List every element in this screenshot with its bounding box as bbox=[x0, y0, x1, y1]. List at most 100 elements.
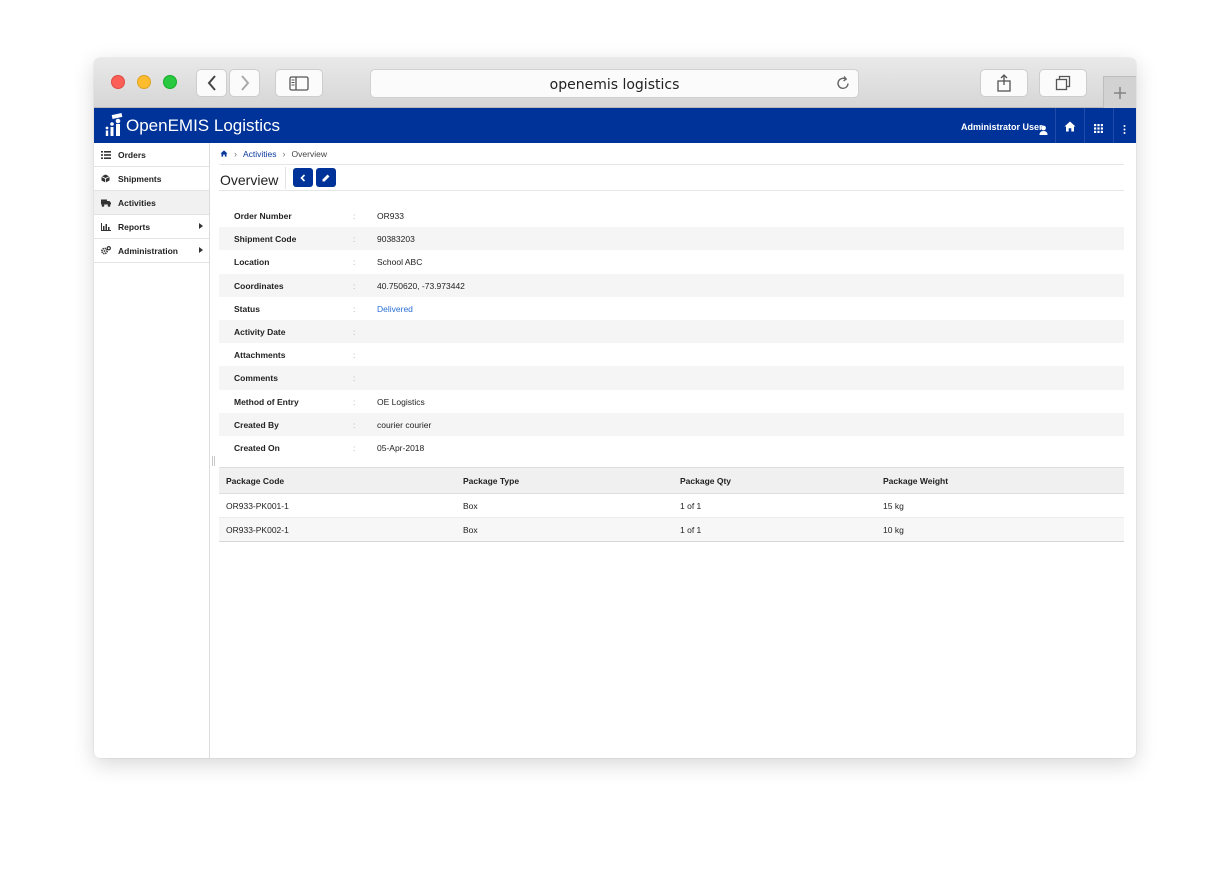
chevron-right-icon bbox=[240, 75, 249, 91]
sidebar-item-label: Shipments bbox=[118, 173, 162, 184]
home-icon[interactable] bbox=[220, 149, 228, 159]
sidebar-item-activities[interactable]: Activities bbox=[94, 191, 209, 215]
field-value: 05-Apr-2018 bbox=[377, 442, 425, 453]
chevron-left-icon bbox=[207, 75, 216, 91]
user-name[interactable]: Administrator User bbox=[961, 122, 1043, 132]
package-qty-cell: 1 of 1 bbox=[673, 517, 876, 543]
sidebar-item-administration[interactable]: Administration bbox=[94, 239, 209, 263]
sidebar-item-label: Activities bbox=[118, 197, 156, 208]
field-method-of-entry: Method of Entry : OE Logistics bbox=[219, 390, 1124, 413]
package-type-cell: Box bbox=[456, 517, 673, 543]
header-divider bbox=[1113, 108, 1114, 143]
app-header: OpenEMIS Logistics Administrator User bbox=[94, 108, 1136, 143]
caret-right-icon bbox=[199, 247, 203, 253]
field-value: 40.750620, -73.973442 bbox=[377, 280, 465, 291]
package-type-cell: Box bbox=[456, 493, 673, 519]
bar-chart-icon bbox=[100, 222, 111, 232]
field-separator: : bbox=[353, 419, 356, 430]
main-content: › Activities › Overview Overview Order N… bbox=[219, 143, 1124, 543]
minimize-window-button[interactable] bbox=[137, 75, 151, 89]
list-icon bbox=[100, 150, 111, 160]
close-window-button[interactable] bbox=[111, 75, 125, 89]
package-weight-cell: 15 kg bbox=[876, 493, 1124, 519]
field-separator: : bbox=[353, 373, 356, 384]
field-label: Attachments bbox=[234, 350, 286, 361]
field-status: Status : Delivered bbox=[219, 297, 1124, 320]
new-tab-button[interactable] bbox=[1103, 76, 1136, 109]
field-label: Location bbox=[234, 257, 270, 268]
field-value: OR933 bbox=[377, 211, 404, 221]
forward-button[interactable] bbox=[229, 69, 260, 97]
sidebar-item-orders[interactable]: Orders bbox=[94, 143, 209, 167]
maximize-window-button[interactable] bbox=[163, 75, 177, 89]
field-coordinates: Coordinates : 40.750620, -73.973442 bbox=[219, 273, 1124, 297]
field-value: School ABC bbox=[377, 257, 423, 268]
field-order-number: Order Number : OR933 bbox=[219, 204, 1124, 227]
pencil-icon bbox=[322, 174, 330, 181]
back-button[interactable] bbox=[293, 168, 313, 187]
field-value: courier courier bbox=[377, 419, 432, 430]
field-label: Comments bbox=[234, 373, 278, 384]
field-separator: : bbox=[353, 303, 356, 314]
field-created-by: Created By : courier courier bbox=[219, 412, 1124, 436]
address-bar[interactable]: openemis logistics bbox=[370, 69, 859, 98]
field-separator: : bbox=[353, 396, 356, 407]
column-header[interactable]: Package Qty bbox=[673, 467, 876, 495]
page-title: Overview bbox=[220, 172, 279, 188]
field-label: Activity Date bbox=[234, 326, 286, 337]
sidebar-item-reports[interactable]: Reports bbox=[94, 215, 209, 239]
field-label: Method of Entry bbox=[234, 396, 299, 407]
reload-icon[interactable] bbox=[835, 75, 851, 96]
plus-icon bbox=[1114, 87, 1126, 99]
tabs-overview-button[interactable] bbox=[1039, 69, 1087, 97]
back-button[interactable] bbox=[196, 69, 227, 97]
cogs-icon bbox=[100, 246, 111, 256]
app-title[interactable]: OpenEMIS Logistics bbox=[126, 116, 280, 136]
sidebar-icon bbox=[289, 75, 309, 91]
breadcrumb-separator: › bbox=[282, 148, 286, 159]
apps-grid-icon[interactable] bbox=[1094, 120, 1103, 138]
title-divider bbox=[285, 167, 286, 189]
edit-button[interactable] bbox=[316, 168, 336, 187]
user-icon[interactable] bbox=[1039, 122, 1048, 140]
field-separator: : bbox=[353, 280, 356, 291]
column-header[interactable]: Package Code bbox=[219, 467, 456, 495]
column-header[interactable]: Package Weight bbox=[876, 467, 1124, 495]
sidebar-item-label: Administration bbox=[118, 245, 178, 256]
field-value: OE Logistics bbox=[377, 396, 425, 407]
breadcrumb-activities[interactable]: Activities bbox=[243, 149, 277, 159]
share-icon bbox=[997, 74, 1011, 92]
sidebar: Orders Shipments Activities Reports Admi… bbox=[94, 143, 210, 758]
sidebar-resize-handle[interactable] bbox=[212, 456, 215, 466]
field-attachments: Attachments : bbox=[219, 343, 1124, 366]
sidebar-item-label: Reports bbox=[118, 221, 151, 232]
field-separator: : bbox=[353, 234, 356, 245]
field-shipment-code: Shipment Code : 90383203 bbox=[219, 227, 1124, 251]
field-separator: : bbox=[353, 326, 356, 337]
tabs-icon bbox=[1055, 75, 1071, 91]
header-divider bbox=[1055, 108, 1056, 143]
box-icon bbox=[100, 174, 111, 184]
table-row[interactable]: OR933-PK001-1 Box 1 of 1 15 kg bbox=[219, 493, 1124, 519]
column-header[interactable]: Package Type bbox=[456, 467, 673, 495]
more-options-icon[interactable] bbox=[1123, 121, 1126, 139]
field-label: Status bbox=[234, 303, 260, 314]
status-value: Delivered bbox=[377, 303, 413, 314]
table-row[interactable]: OR933-PK002-1 Box 1 of 1 10 kg bbox=[219, 517, 1124, 543]
field-separator: : bbox=[353, 350, 356, 361]
sidebar-toggle-button[interactable] bbox=[275, 69, 323, 97]
sidebar-item-shipments[interactable]: Shipments bbox=[94, 167, 209, 191]
openemis-logo-icon[interactable] bbox=[104, 112, 124, 143]
packages-table: Package Code Package Type Package Qty Pa… bbox=[219, 467, 1124, 543]
browser-toolbar: openemis logistics bbox=[94, 58, 1136, 109]
field-separator: : bbox=[353, 211, 356, 221]
header-divider bbox=[1084, 108, 1085, 143]
sidebar-item-label: Orders bbox=[118, 149, 146, 160]
field-label: Shipment Code bbox=[234, 234, 297, 245]
truck-icon bbox=[100, 198, 111, 208]
share-button[interactable] bbox=[980, 69, 1028, 97]
field-comments: Comments : bbox=[219, 366, 1124, 390]
home-icon[interactable] bbox=[1064, 119, 1076, 137]
browser-window: openemis logistics OpenEMIS Logistics Ad… bbox=[94, 58, 1136, 758]
package-code-cell: OR933-PK002-1 bbox=[219, 517, 456, 543]
